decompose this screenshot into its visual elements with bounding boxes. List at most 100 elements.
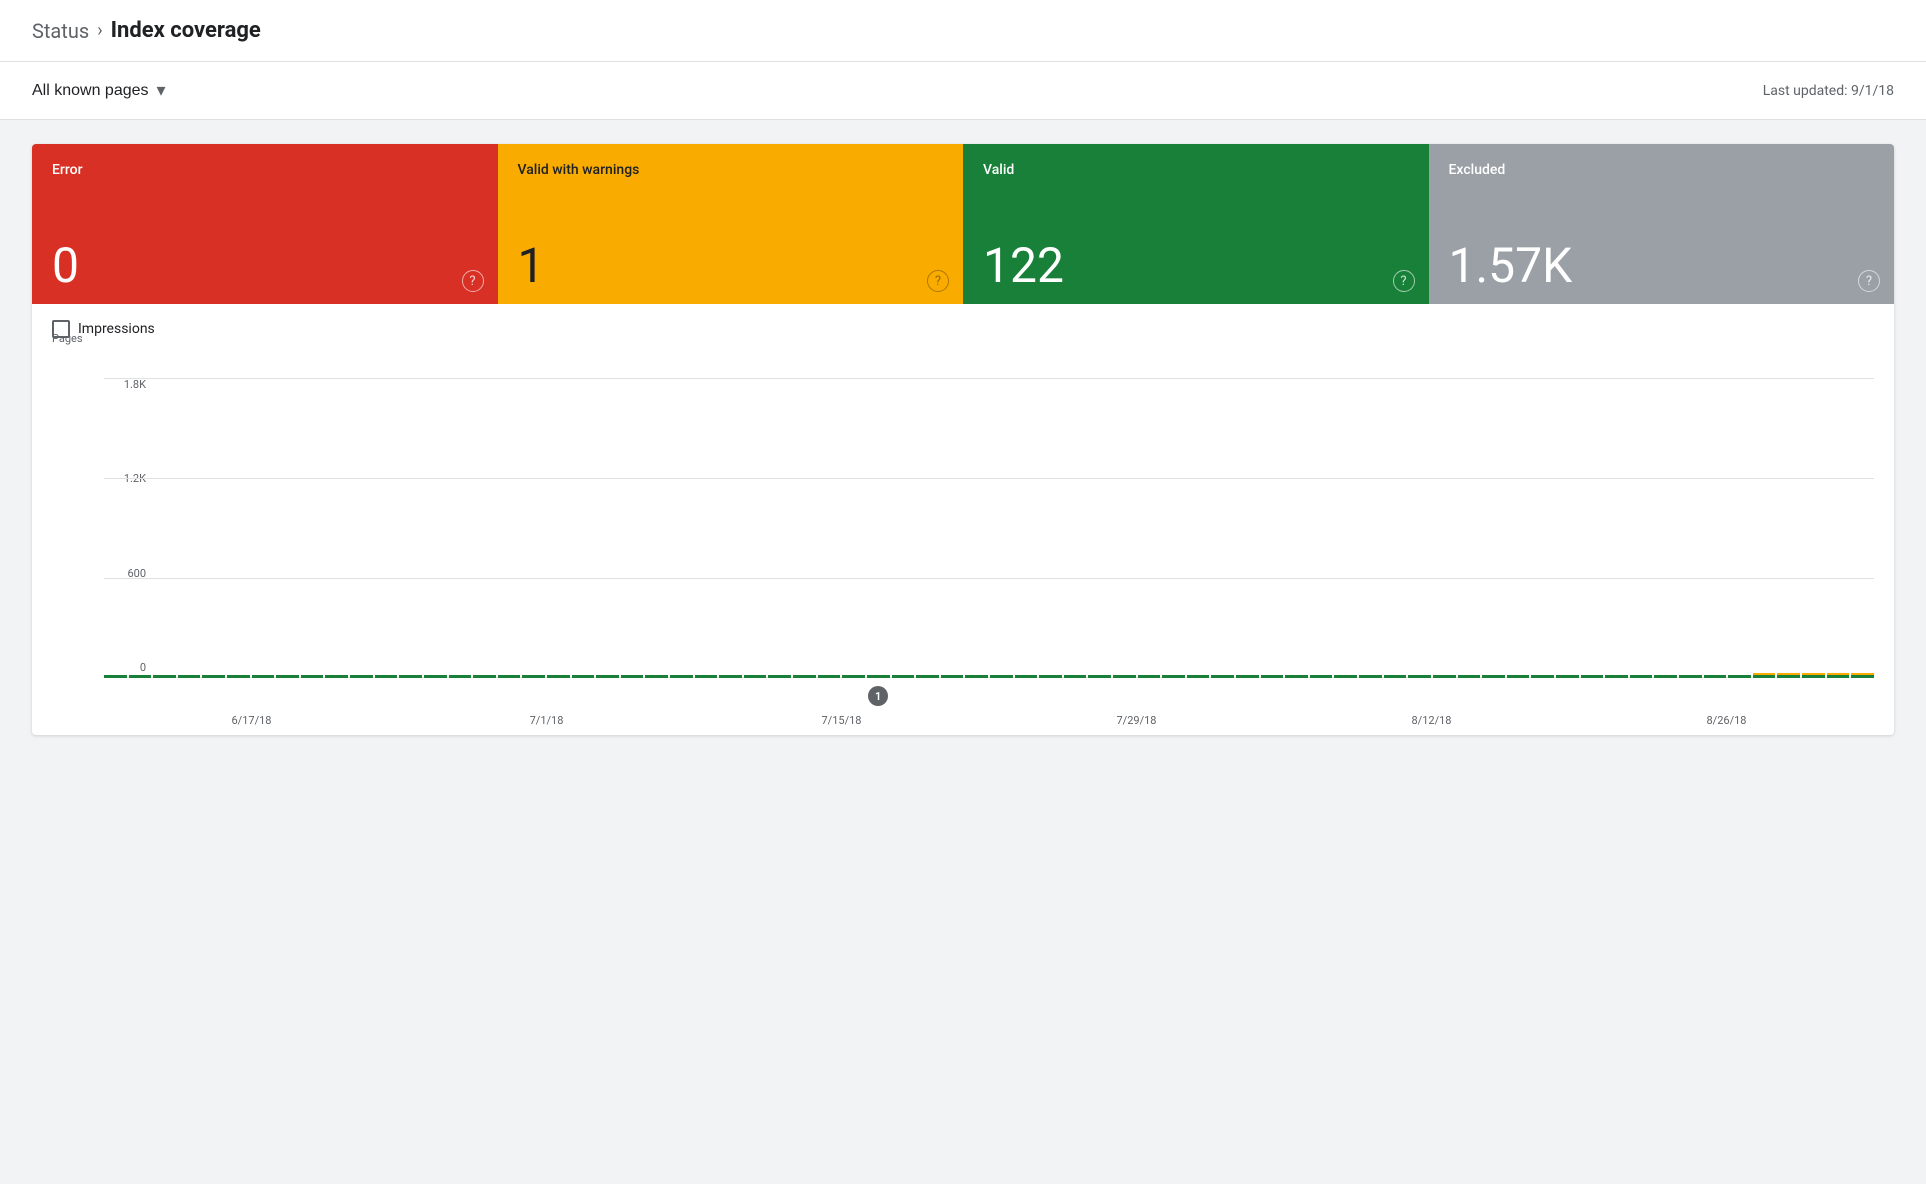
bar-group xyxy=(916,378,939,678)
bar-group xyxy=(1728,378,1751,678)
bar-group xyxy=(473,378,496,678)
bar-group xyxy=(1630,378,1653,678)
bar-group xyxy=(1605,378,1628,678)
bar-group xyxy=(1777,378,1800,678)
breadcrumb-status[interactable]: Status xyxy=(32,19,89,43)
bar-group xyxy=(1039,378,1062,678)
x-axis-label: 7/15/18 xyxy=(694,714,989,727)
bar-group xyxy=(104,378,127,678)
main-content: Error 0 ? Valid with warnings 1 ? Valid … xyxy=(0,120,1926,759)
page-header: Status › Index coverage xyxy=(0,0,1926,62)
chevron-down-icon: ▾ xyxy=(157,80,166,101)
bar-group xyxy=(768,378,791,678)
bar-group xyxy=(1261,378,1284,678)
bar-group xyxy=(695,378,718,678)
bar-group xyxy=(744,378,767,678)
bar-group xyxy=(645,378,668,678)
bar-group xyxy=(1015,378,1038,678)
excluded-label: Excluded xyxy=(1449,162,1875,178)
bar-group xyxy=(1211,378,1234,678)
bar-group xyxy=(301,378,324,678)
status-bar-warning[interactable]: Valid with warnings 1 ? xyxy=(498,144,964,304)
status-bar-valid[interactable]: Valid 122 ? xyxy=(963,144,1429,304)
last-updated-text: Last updated: 9/1/18 xyxy=(1763,83,1894,99)
x-axis: 6/17/187/1/187/15/187/29/188/12/188/26/1… xyxy=(104,714,1874,727)
bar-group xyxy=(202,378,225,678)
bar-group xyxy=(1334,378,1357,678)
bar-group xyxy=(1187,378,1210,678)
x-axis-label: 7/1/18 xyxy=(399,714,694,727)
warning-value: 1 xyxy=(518,242,944,290)
bar-group: 1 xyxy=(867,378,890,678)
warning-help-icon[interactable]: ? xyxy=(927,270,949,292)
bar-group xyxy=(325,378,348,678)
x-axis-label: 8/12/18 xyxy=(1284,714,1579,727)
pages-dropdown[interactable]: All known pages ▾ xyxy=(32,76,166,105)
bar-group xyxy=(547,378,570,678)
bar-group xyxy=(818,378,841,678)
bar-group xyxy=(399,378,422,678)
bar-group xyxy=(1138,378,1161,678)
bar-group xyxy=(424,378,447,678)
bar-group xyxy=(941,378,964,678)
bar-group xyxy=(350,378,373,678)
excluded-value: 1.57K xyxy=(1449,242,1875,290)
bar-group xyxy=(1482,378,1505,678)
bar-group xyxy=(1384,378,1407,678)
status-bar-error[interactable]: Error 0 ? xyxy=(32,144,498,304)
x-axis-label: 7/29/18 xyxy=(989,714,1284,727)
bar-group xyxy=(153,378,176,678)
error-value: 0 xyxy=(52,242,478,290)
breadcrumb-arrow: › xyxy=(97,20,102,41)
excluded-help-icon[interactable]: ? xyxy=(1858,270,1880,292)
bar-group xyxy=(1704,378,1727,678)
bar-group xyxy=(1753,378,1776,678)
bar-group xyxy=(1851,378,1874,678)
valid-help-icon[interactable]: ? xyxy=(1393,270,1415,292)
bars-container: 1 xyxy=(104,378,1874,678)
impressions-legend: Impressions xyxy=(52,320,1874,338)
x-axis-label: 8/26/18 xyxy=(1579,714,1874,727)
bar-group xyxy=(1359,378,1382,678)
bar-group xyxy=(1581,378,1604,678)
dropdown-label: All known pages xyxy=(32,82,149,100)
bar-group xyxy=(1556,378,1579,678)
bar-group xyxy=(1654,378,1677,678)
bar-group xyxy=(596,378,619,678)
warning-label: Valid with warnings xyxy=(518,162,944,178)
valid-value: 122 xyxy=(983,242,1409,290)
bar-group xyxy=(621,378,644,678)
bar-group xyxy=(1113,378,1136,678)
page-title: Index coverage xyxy=(111,18,261,43)
bar-group xyxy=(1458,378,1481,678)
bar-group xyxy=(1531,378,1554,678)
bar-group xyxy=(793,378,816,678)
bar-group xyxy=(1162,378,1185,678)
error-help-icon[interactable]: ? xyxy=(462,270,484,292)
bar-group xyxy=(498,378,521,678)
bar-group xyxy=(1285,378,1308,678)
bar-group xyxy=(1827,378,1850,678)
bar-group xyxy=(1408,378,1431,678)
bar-group xyxy=(572,378,595,678)
bar-group xyxy=(375,378,398,678)
bar-group xyxy=(1507,378,1530,678)
error-label: Error xyxy=(52,162,478,178)
toolbar: All known pages ▾ Last updated: 9/1/18 xyxy=(0,62,1926,120)
breadcrumb: Status › Index coverage xyxy=(32,18,261,43)
bar-group xyxy=(670,378,693,678)
status-bar-excluded[interactable]: Excluded 1.57K ? xyxy=(1429,144,1895,304)
impressions-label: Impressions xyxy=(78,321,155,337)
bar-group xyxy=(1802,378,1825,678)
bar-group xyxy=(178,378,201,678)
bar-group xyxy=(892,378,915,678)
bar-group xyxy=(129,378,152,678)
x-axis-label: 6/17/18 xyxy=(104,714,399,727)
bar-group xyxy=(719,378,742,678)
bar-group xyxy=(990,378,1013,678)
bar-group xyxy=(1679,378,1702,678)
bar-group xyxy=(1310,378,1333,678)
bar-group xyxy=(276,378,299,678)
bar-group xyxy=(1433,378,1456,678)
chart-section: Impressions Pages 1.8K 1.2K 600 0 xyxy=(32,304,1894,735)
